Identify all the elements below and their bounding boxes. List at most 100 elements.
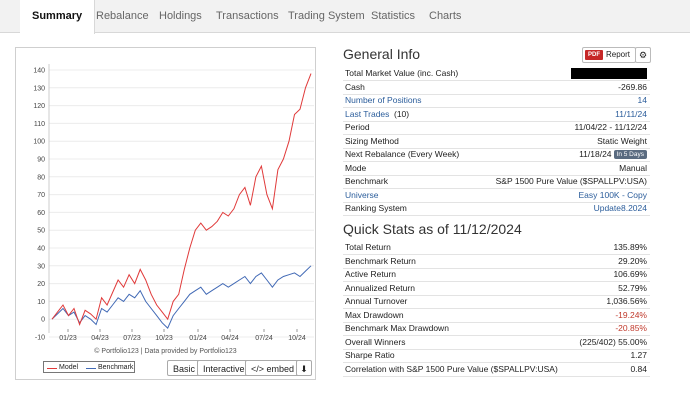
general-label[interactable]: Universe — [345, 189, 379, 202]
y-tick-label: 60 — [37, 210, 45, 217]
settings-button[interactable]: ⚙ — [635, 47, 651, 63]
general-value: Manual — [619, 162, 647, 173]
rebalance-days-badge: In 5 Days — [613, 150, 647, 160]
general-row: Period 11/04/22 - 11/12/24 — [343, 121, 650, 135]
quick-stat-label: Annualized Return — [345, 282, 415, 293]
x-tick-label: 04/24 — [221, 335, 239, 342]
general-label: Next Rebalance (Every Week) — [345, 149, 460, 159]
general-row: Ranking System Update8.2024 — [343, 202, 650, 216]
gear-icon: ⚙ — [638, 50, 648, 60]
general-value: 11/18/24 — [579, 149, 612, 159]
y-tick-label: 40 — [37, 246, 45, 253]
general-value[interactable]: 11/11/24 — [615, 108, 647, 121]
y-tick-label: 70 — [37, 192, 45, 199]
quick-stats-title: Quick Stats as of 11/12/2024 — [343, 221, 522, 237]
pdf-report-button[interactable]: PDF Report — [582, 47, 636, 63]
x-tick-label: 07/24 — [255, 335, 273, 342]
general-value[interactable]: Easy 100K - Copy — [578, 189, 647, 202]
general-value[interactable]: 14 — [638, 94, 647, 107]
redacted-value — [571, 68, 647, 79]
legend-benchmark: Benchmark — [98, 364, 134, 371]
y-tick-label: 80 — [37, 174, 45, 181]
general-row: Cash -269.86 — [343, 81, 650, 95]
y-tick-label: 90 — [37, 157, 45, 164]
quick-stat-label: Correlation with S&P 1500 Pure Value ($S… — [345, 363, 558, 374]
chart-credit: © Portfolio123 | Data provided by Portfo… — [94, 348, 237, 355]
x-tick-label: 10/24 — [288, 335, 306, 342]
x-tick-label: 01/23 — [59, 335, 77, 342]
y-tick-label: 140 — [33, 68, 45, 75]
quick-stat-row: Benchmark Return 29.20% — [343, 255, 650, 269]
x-tick-label: 01/24 — [189, 335, 207, 342]
quick-stat-value: 29.20% — [618, 255, 647, 266]
embed-button[interactable]: </> embed — [245, 360, 301, 376]
quick-stat-label: Total Return — [345, 242, 391, 252]
general-label: Mode — [345, 162, 367, 173]
general-label: Benchmark — [345, 176, 388, 186]
quick-stat-value: -19.24% — [615, 309, 647, 320]
quick-stat-row: Annual Turnover 1,036.56% — [343, 295, 650, 309]
quick-stat-value: 52.79% — [618, 282, 647, 293]
general-label[interactable]: Number of Positions — [345, 94, 422, 107]
pdf-icon: PDF — [585, 50, 603, 60]
general-value[interactable]: Update8.2024 — [594, 202, 647, 215]
quick-stat-row: Sharpe Ratio 1.27 — [343, 349, 650, 363]
x-tick-label: 04/23 — [91, 335, 109, 342]
quick-stat-row: Total Return 135.89% — [343, 241, 650, 255]
y-tick-label: 130 — [33, 85, 45, 92]
quick-stat-value: -20.85% — [615, 323, 647, 333]
y-tick-label: 100 — [33, 139, 45, 146]
y-tick-label: 110 — [34, 121, 45, 128]
general-label: Ranking System — [345, 203, 407, 213]
quick-stat-row: Annualized Return 52.79% — [343, 282, 650, 296]
legend-model: Model — [59, 364, 79, 371]
quick-stat-row: Correlation with S&P 1500 Pure Value ($S… — [343, 363, 650, 377]
quick-stat-label: Benchmark Return — [345, 255, 416, 266]
y-tick-label: 30 — [37, 263, 45, 270]
general-info-title: General Info — [343, 46, 421, 62]
general-value: -269.86 — [618, 81, 647, 92]
general-value: S&P 1500 Pure Value ($SPALLPV:USA) — [495, 176, 647, 186]
download-icon: ⬇ — [300, 364, 308, 374]
legend-model-swatch — [47, 368, 57, 369]
legend-benchmark-swatch — [86, 368, 96, 369]
general-row: Benchmark S&P 1500 Pure Value ($SPALLPV:U… — [343, 175, 650, 189]
quick-stat-row: Active Return 106.69% — [343, 268, 650, 282]
y-tick-label: 0 — [41, 317, 45, 324]
download-button[interactable]: ⬇ — [296, 360, 312, 376]
general-row: Sizing Method Static Weight — [343, 135, 650, 149]
quick-stat-value: 0.84 — [630, 363, 647, 374]
quick-stat-row: Max Drawdown -19.24% — [343, 309, 650, 323]
tab-bar: Summary Rebalance Holdings Transactions … — [0, 0, 690, 34]
x-tick-label: 10/23 — [155, 335, 173, 342]
y-tick-label: 20 — [37, 281, 45, 288]
general-row: Mode Manual — [343, 162, 650, 176]
quick-stat-label: Max Drawdown — [345, 309, 404, 320]
chart-legend: Model Benchmark — [43, 361, 135, 373]
basic-button[interactable]: Basic — [167, 360, 202, 376]
quick-stat-row: Benchmark Max Drawdown -20.85% — [343, 322, 650, 336]
quick-stat-value: 106.69% — [613, 269, 647, 279]
y-tick-label: -10 — [35, 335, 45, 342]
y-tick-label: 120 — [33, 103, 45, 110]
quick-stat-label: Benchmark Max Drawdown — [345, 323, 449, 333]
general-row: Next Rebalance (Every Week) 11/18/24 In 5 … — [343, 148, 650, 162]
general-row: Last Trades (10) 11/11/24 — [343, 108, 650, 122]
general-row: Number of Positions 14 — [343, 94, 650, 108]
general-value-group: 11/18/24 In 5 Days — [579, 148, 647, 161]
quick-stat-label: Overall Winners — [345, 336, 406, 347]
quick-stat-value: 1.27 — [630, 350, 647, 360]
y-tick-label: 50 — [37, 228, 45, 235]
performance-chart-panel: -10 0 10 20 30 40 50 60 70 80 90 100 110 120 130 140 01… — [15, 47, 316, 380]
general-label[interactable]: Last Trades — [345, 108, 389, 121]
general-value: Static Weight — [597, 135, 647, 146]
quick-stat-value: 135.89% — [613, 242, 647, 252]
report-label: Report — [606, 50, 631, 59]
performance-chart[interactable]: -10 0 10 20 30 40 50 60 70 80 90 100 110 120 130 140 01… — [16, 48, 315, 379]
tab-charts[interactable]: Charts — [417, 0, 473, 33]
general-label: Total Market Value (inc. Cash) — [345, 68, 459, 78]
general-value: 11/04/22 - 11/12/24 — [574, 122, 647, 132]
interactive-button[interactable]: Interactive — [197, 360, 251, 376]
quick-stat-value: 1,036.56% — [606, 296, 647, 306]
quick-stat-label: Sharpe Ratio — [345, 350, 395, 360]
